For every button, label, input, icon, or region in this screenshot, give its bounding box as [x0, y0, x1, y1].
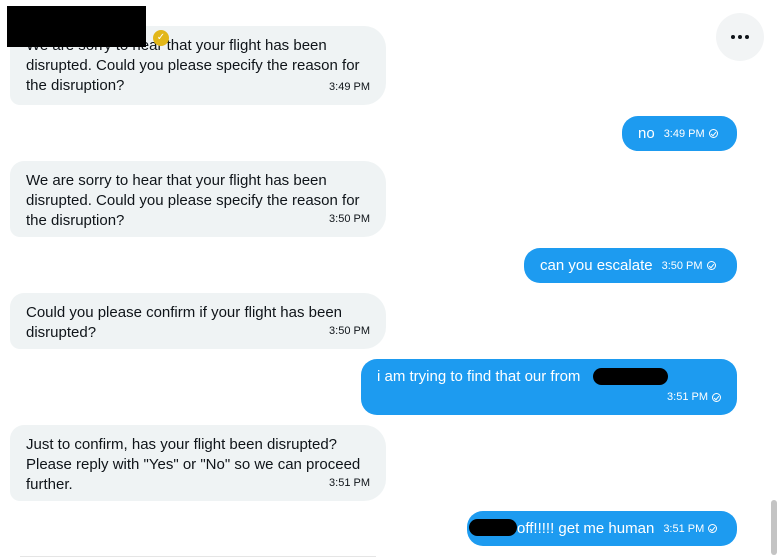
message-timestamp: 3:50 PM — [329, 325, 370, 337]
redacted-account-name — [7, 6, 146, 47]
message-text: We are sorry to hear that your flight ha… — [26, 172, 360, 229]
message-timestamp: 3:49 PM — [329, 81, 370, 93]
message-incoming: We are sorry to hear that your flight ha… — [10, 161, 386, 237]
message-outgoing: no 3:49 PM — [622, 116, 737, 151]
redacted-text — [469, 519, 517, 536]
message-incoming: Could you please confirm if your flight … — [10, 293, 386, 349]
redacted-text — [593, 368, 668, 385]
scrollbar[interactable] — [771, 500, 777, 555]
message-meta: 3:51 PM — [667, 387, 721, 407]
more-horizontal-icon — [731, 35, 749, 39]
message-outgoing: i am trying to find that our from 3:51 P… — [361, 359, 737, 415]
sent-check-icon — [706, 261, 716, 270]
message-incoming: Just to confirm, has your flight been di… — [10, 425, 386, 501]
divider — [20, 556, 376, 557]
message-timestamp: 3:50 PM — [661, 259, 703, 272]
message-text: Just to confirm, has your flight been di… — [26, 436, 361, 493]
message-timestamp: 3:50 PM — [329, 213, 370, 225]
message-outgoing: can you escalate 3:50 PM — [524, 248, 737, 283]
message-text: no — [638, 124, 655, 142]
message-text: i am trying to find that our from — [377, 368, 581, 385]
message-timestamp: 3:51 PM — [663, 522, 705, 535]
message-text: Could you please confirm if your flight … — [26, 304, 343, 341]
verified-badge-icon: ✓ — [153, 30, 169, 46]
message-timestamp: 3:49 PM — [663, 127, 705, 140]
message-timestamp: 3:51 PM — [667, 391, 708, 403]
sent-check-icon — [708, 129, 718, 138]
message-meta: 3:49 PM — [664, 124, 718, 144]
message-text: can you escalate — [540, 256, 653, 274]
conversation-thread[interactable]: We are sorry to hear that your flight ha… — [0, 0, 779, 559]
message-timestamp: 3:51 PM — [329, 477, 370, 489]
sent-check-icon — [708, 524, 718, 533]
more-options-button[interactable] — [716, 13, 764, 61]
message-meta: 3:50 PM — [662, 256, 716, 276]
message-text: off!!!!! get me human — [517, 519, 655, 537]
sent-check-icon — [712, 392, 721, 402]
message-meta: 3:51 PM — [663, 519, 718, 539]
